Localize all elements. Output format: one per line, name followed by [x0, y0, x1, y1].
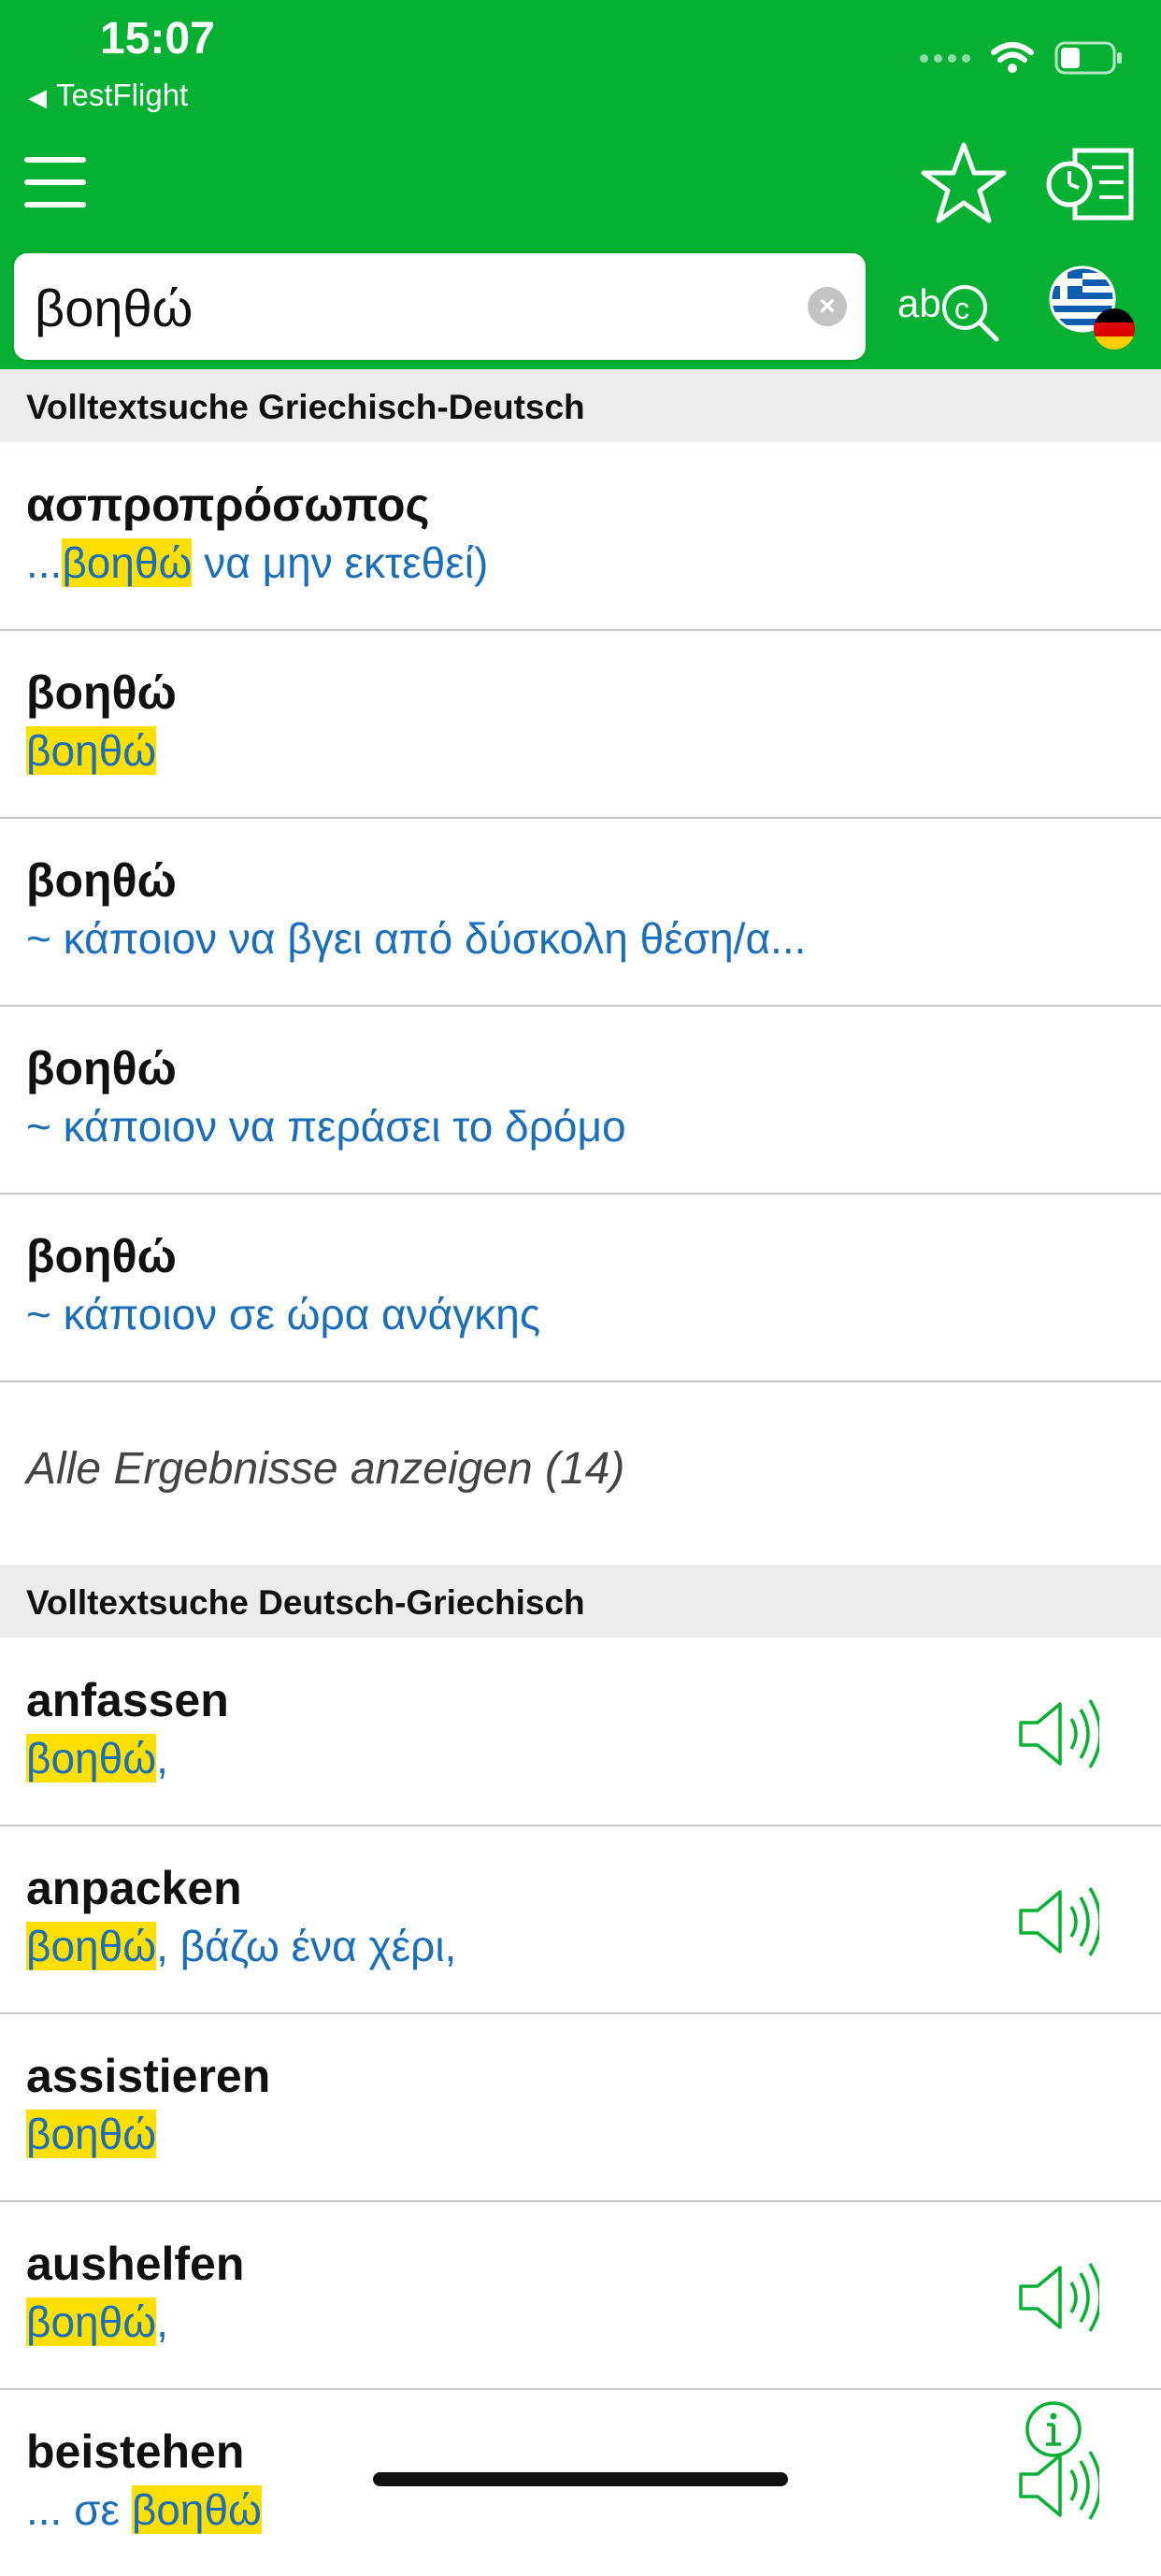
- translation: ~ κάποιον να περάσει το δρόμο: [26, 1102, 626, 1151]
- translation: βοηθώ,: [26, 1734, 168, 1782]
- result-row[interactable]: βοηθώ ~ κάποιον να βγει από δύσκολη θέση…: [0, 818, 1161, 1007]
- speaker-icon[interactable]: [1017, 2260, 1099, 2335]
- translation: ... σε βοηθώ: [26, 2485, 262, 2534]
- headword: aushelfen: [26, 2238, 245, 2290]
- headword: βοηθώ: [26, 1230, 177, 1282]
- result-row[interactable]: ασπροπρόσωπος ...βοηθώ να μην εκτεθεί): [0, 442, 1161, 631]
- section-header-de-gr: Volltextsuche Deutsch-Griechisch: [0, 1565, 1161, 1638]
- speaker-icon[interactable]: [1017, 1696, 1099, 1771]
- battery-icon: [1054, 41, 1122, 75]
- show-all-results-link[interactable]: Alle Ergebnisse anzeigen (14): [0, 1378, 1161, 1565]
- translation: βοηθώ, βάζω ένα χέρι,: [26, 1922, 457, 1970]
- status-time: 15:07: [100, 14, 215, 64]
- signal-icon: [920, 53, 970, 63]
- translation: ~ κάποιον να βγει από δύσκολη θέση/α...: [26, 914, 807, 963]
- translation: ...βοηθώ να μην εκτεθεί): [26, 538, 489, 587]
- result-row[interactable]: anpacken βοηθώ, βάζω ένα χέρι,: [0, 1825, 1161, 2014]
- headword: anfassen: [26, 1674, 229, 1726]
- speaker-icon[interactable]: [1017, 2448, 1099, 2523]
- abc-search-icon[interactable]: ab c: [897, 272, 1010, 345]
- result-row[interactable]: βοηθώ βοηθώ: [0, 630, 1161, 819]
- back-triangle-icon: ◀: [28, 83, 47, 111]
- section-title: Volltextsuche Deutsch-Griechisch: [26, 1583, 585, 1622]
- section-title: Volltextsuche Griechisch-Deutsch: [26, 388, 585, 426]
- translation: ~ κάποιον σε ώρα ανάγκης: [26, 1290, 541, 1338]
- headword: ασπροπρόσωπος: [26, 479, 430, 531]
- translation: βοηθώ,: [26, 2297, 168, 2346]
- headword: beistehen: [26, 2426, 245, 2478]
- search-value: βοηθώ: [35, 279, 194, 337]
- status-icons: [920, 39, 1124, 77]
- translation: βοηθώ: [26, 2110, 157, 2158]
- result-row[interactable]: aushelfen βοηθώ,: [0, 2201, 1161, 2390]
- result-row[interactable]: βοηθώ ~ κάποιον να περάσει το δρόμο: [0, 1006, 1161, 1195]
- hamburger-icon[interactable]: [24, 157, 86, 208]
- svg-text:ab: ab: [897, 281, 941, 325]
- headword: βοηθώ: [26, 854, 177, 907]
- result-row[interactable]: βοηθώ ~ κάποιον σε ώρα ανάγκης: [0, 1194, 1161, 1382]
- wifi-icon: [991, 42, 1034, 73]
- star-icon[interactable]: [921, 140, 1007, 226]
- headword: assistieren: [26, 2050, 271, 2102]
- speaker-icon[interactable]: [1017, 1884, 1099, 1959]
- section-header-gr-de: Volltextsuche Griechisch-Deutsch: [0, 369, 1161, 442]
- result-row[interactable]: assistieren βοηθώ: [0, 2013, 1161, 2202]
- show-all-label: Alle Ergebnisse anzeigen (14): [26, 1444, 625, 1494]
- back-app-label: TestFlight: [56, 78, 189, 112]
- search-input[interactable]: βοηθώ ×: [14, 253, 866, 360]
- headword: βοηθώ: [26, 1042, 177, 1095]
- back-to-testflight[interactable]: ◀ TestFlight: [28, 78, 188, 113]
- info-icon[interactable]: [1025, 2400, 1082, 2458]
- greek-german-flag-icon[interactable]: [1045, 265, 1139, 350]
- home-indicator[interactable]: [373, 2472, 788, 2486]
- history-icon[interactable]: [1045, 147, 1135, 222]
- svg-text:c: c: [954, 292, 969, 325]
- translation: βοηθώ: [26, 726, 157, 775]
- result-row[interactable]: anfassen βοηθώ,: [0, 1638, 1161, 1826]
- clear-icon[interactable]: ×: [808, 287, 847, 326]
- headword: anpacken: [26, 1862, 242, 1914]
- headword: βοηθώ: [26, 666, 177, 719]
